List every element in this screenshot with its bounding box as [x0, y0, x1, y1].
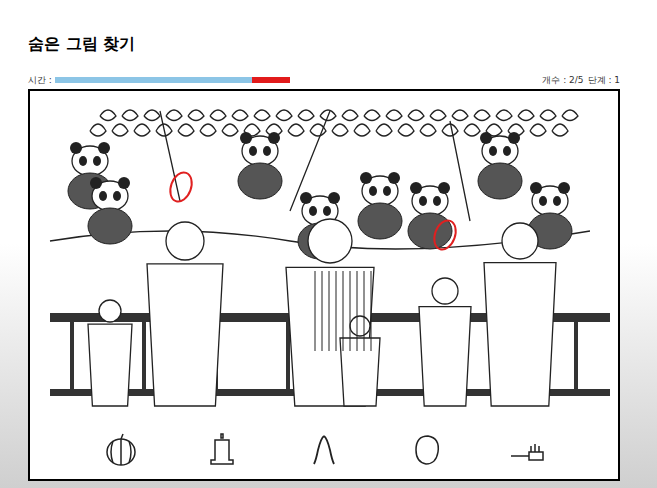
game-title: 숨은 그림 찾기	[28, 34, 620, 54]
game-window: 숨은 그림 찾기 시간 : 개수 : 2/5 단계 : 1	[0, 0, 657, 488]
face-icon	[406, 430, 446, 470]
timer: 시간 :	[28, 74, 290, 86]
target-list	[30, 421, 618, 479]
found-count: 개수 : 2/5	[542, 74, 583, 86]
bell-icon	[202, 430, 242, 470]
timer-label: 시간 :	[28, 74, 52, 86]
timer-fill	[55, 77, 252, 83]
pumpkin-icon	[101, 430, 141, 470]
found-marker	[165, 168, 197, 206]
stage-number: 단계 : 1	[588, 74, 620, 86]
puzzle-frame	[28, 89, 620, 481]
status-row: 시간 : 개수 : 2/5 단계 : 1	[28, 73, 620, 87]
timer-track	[55, 77, 290, 83]
puzzle-picture[interactable]	[30, 91, 618, 421]
wishbone-icon	[304, 430, 344, 470]
game-status: 개수 : 2/5 단계 : 1	[542, 74, 620, 86]
brush-icon	[507, 430, 547, 470]
